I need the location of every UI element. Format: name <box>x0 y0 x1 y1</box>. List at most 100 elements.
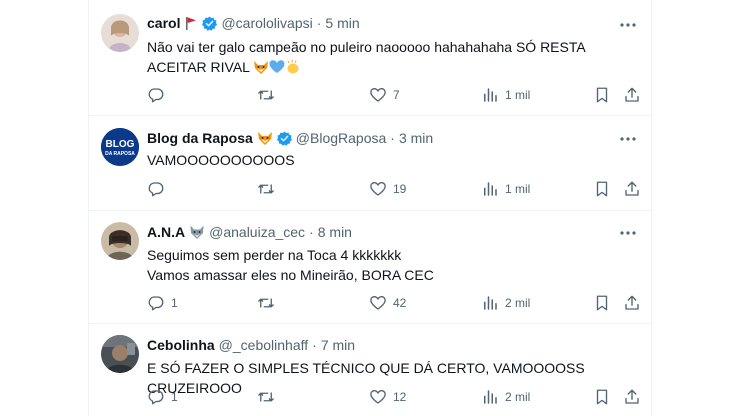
retweet-icon <box>258 90 274 100</box>
share-button[interactable] <box>623 178 641 200</box>
share-icon <box>625 181 639 196</box>
bookmark-button[interactable] <box>593 178 611 200</box>
bookmark-button[interactable] <box>593 292 611 314</box>
tweet-actions: 7 1 mil <box>147 84 641 106</box>
author-name[interactable]: A.N.A <box>147 224 185 240</box>
views-button[interactable]: 2 mil <box>481 386 530 408</box>
heart-icon <box>370 182 386 196</box>
view-count: 2 mil <box>505 390 531 404</box>
timestamp[interactable]: 5 min <box>325 15 359 31</box>
verified-badge-icon <box>202 16 218 31</box>
author-name[interactable]: carol <box>147 15 180 31</box>
analytics-icon <box>484 182 497 196</box>
like-count: 42 <box>393 296 407 310</box>
avatar[interactable]: BLOG DA RAPOSA <box>101 128 139 166</box>
like-count: 12 <box>393 390 407 404</box>
bookmark-icon <box>596 389 608 405</box>
reply-icon <box>148 182 164 197</box>
bookmark-icon <box>596 181 608 197</box>
reply-button[interactable] <box>147 84 171 106</box>
like-button[interactable]: 42 <box>369 292 406 314</box>
author-handle[interactable]: @analuiza_cec <box>209 224 305 240</box>
retweet-button[interactable] <box>257 178 281 200</box>
share-button[interactable] <box>623 292 641 314</box>
timestamp[interactable]: 7 min <box>321 337 355 353</box>
avatar-logo-text: BLOG <box>106 139 135 150</box>
author-handle[interactable]: @BlogRaposa <box>296 130 387 146</box>
tweet-text: VAMOOOOOOOOOOS <box>147 150 627 170</box>
like-button[interactable]: 12 <box>369 386 406 408</box>
avatar[interactable] <box>101 14 139 52</box>
bookmark-button[interactable] <box>593 84 611 106</box>
timestamp[interactable]: 8 min <box>318 224 352 240</box>
author-handle[interactable]: @_cebolinhaff <box>219 337 308 353</box>
heart-icon <box>370 88 386 102</box>
author-name[interactable]: Blog da Raposa <box>147 130 253 146</box>
tweet-actions: 1 12 2 mil <box>147 386 641 408</box>
separator-dot: · <box>312 337 317 353</box>
separator-dot: · <box>309 224 314 240</box>
tweet-text-line: Não vai ter galo campeão no puleiro naoo… <box>147 39 586 55</box>
views-button[interactable]: 1 mil <box>481 84 530 106</box>
tweet-text-line: VAMOOOOOOOOOOS <box>147 152 295 168</box>
views-button[interactable]: 1 mil <box>481 178 530 200</box>
analytics-icon <box>484 88 497 102</box>
retweet-button[interactable] <box>257 84 281 106</box>
retweet-button[interactable] <box>257 386 281 408</box>
views-button[interactable]: 2 mil <box>481 292 530 314</box>
reply-button[interactable] <box>147 178 171 200</box>
reply-icon <box>148 88 164 103</box>
tweet-text-line: Seguimos sem perder na Toca 4 kkkkkkk <box>147 247 402 263</box>
reply-button[interactable]: 1 <box>147 292 178 314</box>
reply-count: 1 <box>171 390 178 404</box>
share-button[interactable] <box>623 84 641 106</box>
more-options-icon[interactable] <box>617 130 639 148</box>
retweet-icon <box>258 298 274 308</box>
fox-emoji <box>254 61 269 74</box>
share-button[interactable] <box>623 386 641 408</box>
reply-icon <box>148 390 164 405</box>
tweet[interactable]: BLOG DA RAPOSA Blog da Raposa @BlogRaposa… <box>89 116 653 211</box>
timestamp[interactable]: 3 min <box>399 130 433 146</box>
tweet-text-line: ACEITAR RIVAL <box>147 59 250 75</box>
blue-heart-emoji <box>269 60 285 73</box>
tweet-actions: 1 42 2 mil <box>147 292 641 314</box>
bookmark-button[interactable] <box>593 386 611 408</box>
heart-icon <box>370 296 386 310</box>
author-handle[interactable]: @carololivapsi <box>221 15 312 31</box>
bookmark-icon <box>596 295 608 311</box>
share-icon <box>625 389 639 404</box>
author-name[interactable]: Cebolinha <box>147 337 215 353</box>
reply-button[interactable]: 1 <box>147 386 178 408</box>
analytics-icon <box>484 390 497 404</box>
view-count: 1 mil <box>505 88 531 102</box>
like-count: 7 <box>393 88 400 102</box>
tweet[interactable]: A.N.A @analuiza_cec · 8 min Seguimos sem… <box>89 211 653 324</box>
avatar-logo-text: DA RAPOSA <box>105 151 135 157</box>
more-options-icon[interactable] <box>617 16 639 34</box>
tweet-text: Seguimos sem perder na Toca 4 kkkkkkk Va… <box>147 245 627 285</box>
retweet-icon <box>258 184 274 194</box>
tweet-text-line: Vamos amassar eles no Mineirão, BORA CEC <box>147 267 434 283</box>
avatar[interactable] <box>101 335 139 373</box>
separator-dot: · <box>316 15 322 31</box>
view-count: 1 mil <box>505 182 531 196</box>
tweet-text: Não vai ter galo campeão no puleiro naoo… <box>147 37 627 77</box>
heart-icon <box>370 390 386 404</box>
like-button[interactable]: 7 <box>369 84 400 106</box>
like-button[interactable]: 19 <box>369 178 406 200</box>
reply-icon <box>148 296 164 311</box>
separator-dot: · <box>390 130 395 146</box>
wolf-emoji <box>190 225 204 239</box>
tweet[interactable]: Cebolinha @_cebolinhaff · 7 min E SÓ FAZ… <box>89 324 653 416</box>
tweet-actions: 19 1 mil <box>147 178 641 200</box>
share-icon <box>625 295 639 310</box>
more-options-icon[interactable] <box>617 224 639 242</box>
bookmark-icon <box>596 87 608 103</box>
avatar[interactable] <box>101 222 139 260</box>
retweet-button[interactable] <box>257 292 281 314</box>
view-count: 2 mil <box>505 296 531 310</box>
like-count: 19 <box>393 182 407 196</box>
retweet-icon <box>258 392 274 402</box>
tweet[interactable]: carol @carololivapsi · 5 min Não vai ter… <box>89 0 653 116</box>
